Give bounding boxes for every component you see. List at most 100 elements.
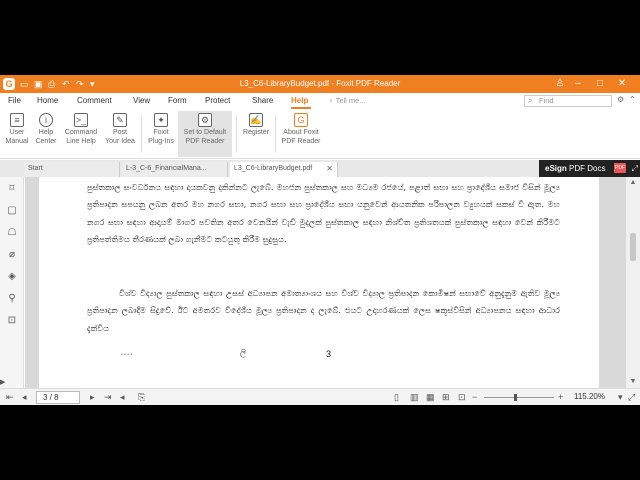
paperclip-icon[interactable]: ⚲ bbox=[6, 293, 18, 305]
register-label: Register bbox=[242, 129, 270, 136]
register-icon: ✍ bbox=[249, 113, 263, 127]
document-viewport[interactable]: පුස්තකාල සංවර්ධනය සඳහා දායකවනු දකින්නට ල… bbox=[25, 177, 626, 388]
ink-mark: • • • • bbox=[121, 352, 133, 358]
close-icon[interactable]: ✕ bbox=[614, 77, 630, 91]
vertical-scrollbar[interactable]: ▲ ▼ bbox=[626, 177, 640, 388]
register-button[interactable]: ✍ Register bbox=[239, 111, 273, 157]
menu-view[interactable]: View bbox=[133, 96, 150, 105]
about-foxit-button[interactable]: G About Foxit PDF Reader bbox=[278, 111, 324, 157]
single-page-view-icon[interactable]: ▯ bbox=[394, 391, 399, 403]
user-manual-label-2: Manual bbox=[5, 138, 29, 145]
previous-page-icon[interactable]: ◂ bbox=[22, 391, 27, 403]
default-reader-icon: ⚙ bbox=[198, 113, 212, 127]
menu-form[interactable]: Form bbox=[168, 96, 187, 105]
ribbon-separator bbox=[275, 115, 276, 153]
set-default-reader-button[interactable]: ⚙ Set to Default PDF Reader bbox=[178, 111, 232, 157]
tab-library-budget[interactable]: L3_C6-LibraryBudget.pdf ✕ bbox=[230, 162, 338, 177]
attachments-icon[interactable]: ⌀ bbox=[6, 249, 18, 261]
ribbon-options-icon[interactable]: ⚙ bbox=[617, 95, 624, 104]
ink-mark: ලී bbox=[240, 348, 247, 357]
esign-brand: eSign bbox=[545, 164, 567, 173]
page-number: 3 bbox=[326, 349, 332, 359]
security-icon[interactable]: ⊡ bbox=[6, 315, 18, 327]
menu-comment[interactable]: Comment bbox=[77, 96, 112, 105]
go-back-icon[interactable]: ◂ bbox=[120, 391, 125, 403]
title-bar: G ▭ ▣ ⎙ ↶ ↷ ▾ L3_C6-LibraryBudget.pdf - … bbox=[0, 75, 640, 93]
page-thumbnails-icon[interactable]: ▢ bbox=[6, 205, 18, 217]
book-icon: ≡ bbox=[10, 113, 24, 127]
collapse-ribbon-icon[interactable]: ⌃ bbox=[629, 95, 636, 104]
tab-financial-label: L-3_C-6_FinancialMana... bbox=[126, 165, 207, 172]
command-line-label-1: Command bbox=[64, 129, 98, 136]
scroll-down-icon[interactable]: ▼ bbox=[626, 376, 640, 388]
help-ribbon: ≡ User Manual i Help Center >_ Command L… bbox=[0, 109, 640, 159]
pin-icon[interactable]: ⤢ bbox=[632, 160, 638, 177]
zoom-level[interactable]: 115.20% bbox=[574, 392, 605, 401]
minimize-icon[interactable]: – bbox=[570, 77, 586, 91]
zoom-dropdown-icon[interactable]: ▾ bbox=[618, 391, 623, 403]
continuous-facing-view-icon[interactable]: ⊞ bbox=[442, 391, 450, 403]
paragraph-1: පුස්තකාල සංවර්ධනය සඳහා දායකවනු දකින්නට ල… bbox=[87, 182, 560, 245]
continuous-view-icon[interactable]: ▥ bbox=[410, 391, 419, 403]
menu-file[interactable]: File bbox=[8, 96, 21, 105]
save-view-icon[interactable]: ⎘ bbox=[138, 391, 145, 403]
fit-width-icon[interactable]: ⊡ bbox=[458, 391, 466, 403]
foxit-plugins-button[interactable]: ✦ Foxit Plug-Ins bbox=[144, 111, 178, 157]
help-center-label-2: Center bbox=[35, 138, 57, 145]
ribbon-separator bbox=[141, 115, 142, 153]
user-manual-label-1: User bbox=[9, 129, 25, 136]
ribbon-separator bbox=[236, 115, 237, 153]
find-placeholder: Find bbox=[539, 96, 554, 105]
about-label-1: About Foxit bbox=[283, 129, 319, 136]
help-icon: i bbox=[39, 113, 53, 127]
zoom-out-icon[interactable]: − bbox=[472, 391, 477, 403]
esign-pdf-docs-banner[interactable]: eSign PDF Docs PDF ⤢ bbox=[539, 160, 640, 177]
zoom-in-icon[interactable]: + bbox=[558, 391, 563, 403]
menu-home[interactable]: Home bbox=[37, 96, 58, 105]
user-manual-button[interactable]: ≡ User Manual bbox=[2, 111, 32, 157]
set-default-label-1: Set to Default bbox=[183, 129, 227, 136]
facing-view-icon[interactable]: ▦ bbox=[426, 391, 435, 403]
close-tab-icon[interactable]: ✕ bbox=[326, 162, 333, 176]
search-icon: ⌕ bbox=[528, 96, 533, 105]
layers-icon[interactable]: ◈ bbox=[6, 271, 18, 283]
esign-label: PDF Docs bbox=[569, 164, 606, 173]
help-center-label-1: Help bbox=[38, 129, 54, 136]
plugin-icon: ✦ bbox=[154, 113, 168, 127]
menu-share[interactable]: Share bbox=[252, 96, 273, 105]
find-input[interactable]: ⌕ Find bbox=[524, 95, 612, 107]
about-label-2: PDF Reader bbox=[281, 138, 321, 145]
command-line-icon: >_ bbox=[74, 113, 88, 127]
bookmark-icon[interactable]: ⌑ bbox=[6, 183, 18, 195]
scroll-up-icon[interactable]: ▲ bbox=[626, 177, 640, 189]
post-idea-label-2: Your Idea bbox=[105, 138, 135, 145]
page-number-input[interactable]: 3 / 8 bbox=[36, 391, 80, 404]
help-center-button[interactable]: i Help Center bbox=[32, 111, 60, 157]
tab-financial-management[interactable]: L-3_C-6_FinancialMana... bbox=[122, 162, 228, 177]
collapse-panel-icon[interactable]: ▶ bbox=[0, 378, 10, 388]
paragraph-2: විශ්ව විද්‍යාල පුස්තකාල සඳහා උසස් අධ්‍යා… bbox=[87, 288, 560, 333]
comments-icon[interactable]: ☖ bbox=[6, 227, 18, 239]
tell-me-placeholder: Tell me... bbox=[335, 96, 366, 105]
menu-bar: File Home Comment View Form Protect Shar… bbox=[0, 93, 640, 109]
scroll-thumb[interactable] bbox=[630, 233, 636, 261]
last-page-icon[interactable]: ⇥ bbox=[104, 391, 112, 403]
tell-me-search[interactable]: ♀ Tell me... bbox=[328, 95, 428, 107]
zoom-slider-thumb[interactable] bbox=[514, 394, 518, 401]
about-icon: G bbox=[294, 113, 308, 127]
plugins-label-2: Plug-Ins bbox=[148, 138, 174, 145]
post-your-idea-button[interactable]: ✎ Post Your Idea bbox=[102, 111, 138, 157]
account-icon[interactable]: ♙ bbox=[552, 77, 568, 91]
maximize-icon[interactable]: □ bbox=[592, 77, 608, 91]
command-line-help-button[interactable]: >_ Command Line Help bbox=[60, 111, 102, 157]
fullscreen-icon[interactable]: ⤢ bbox=[628, 391, 635, 403]
next-page-icon[interactable]: ▸ bbox=[90, 391, 95, 403]
window-title: L3_C6-LibraryBudget.pdf - Foxit PDF Read… bbox=[239, 79, 401, 88]
zoom-slider[interactable] bbox=[484, 394, 554, 401]
tab-start[interactable]: Start bbox=[24, 162, 120, 177]
tab-library-label: L3_C6-LibraryBudget.pdf bbox=[234, 165, 313, 172]
menu-protect[interactable]: Protect bbox=[205, 96, 230, 105]
menu-help[interactable]: Help bbox=[291, 96, 308, 105]
set-default-label-2: PDF Reader bbox=[185, 138, 225, 145]
first-page-icon[interactable]: ⇤ bbox=[6, 391, 14, 403]
